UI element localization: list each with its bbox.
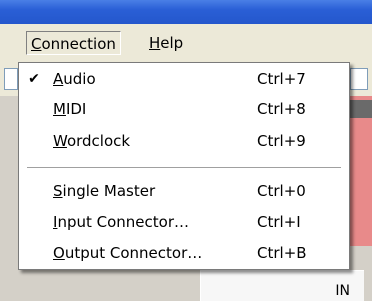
menu-item-shortcut: Ctrl+0 (257, 182, 306, 200)
menu-help-label: elp (160, 34, 184, 52)
menu-item-audio[interactable]: ✔ Audio Ctrl+7 (19, 65, 349, 93)
menu-item-input-connector[interactable]: Input Connector… Ctrl+I (19, 208, 349, 236)
menu-connection[interactable]: Connection (26, 31, 121, 55)
menu-connection-label: onnection (41, 35, 116, 53)
toolbar-field-left[interactable] (4, 68, 18, 90)
menu-separator (27, 167, 341, 169)
menu-item-shortcut: Ctrl+I (257, 213, 301, 231)
menu-item-label: Output Connector… (53, 244, 203, 262)
menu-help[interactable]: Help (145, 31, 187, 55)
menu-item-midi[interactable]: MIDI Ctrl+8 (19, 95, 349, 123)
menu-item-label: Single Master (53, 182, 156, 200)
menu-item-wordclock[interactable]: Wordclock Ctrl+9 (19, 127, 349, 155)
menu-item-single-master[interactable]: Single Master Ctrl+0 (19, 177, 349, 205)
background-panel-red (350, 96, 372, 246)
menu-item-label: Audio (53, 70, 96, 88)
in-indicator-box: IN (200, 270, 364, 301)
menu-item-shortcut: Ctrl+8 (257, 100, 306, 118)
checkmark-icon: ✔ (28, 71, 40, 87)
menu-item-shortcut: Ctrl+9 (257, 132, 306, 150)
menu-item-shortcut: Ctrl+7 (257, 70, 306, 88)
connection-dropdown-menu: ✔ Audio Ctrl+7 MIDI Ctrl+8 Wordclock Ctr… (18, 62, 350, 270)
toolbar-field-right[interactable] (350, 68, 368, 90)
menubar: Connection Help (0, 24, 372, 63)
window-titlebar (0, 0, 372, 24)
menu-item-output-connector[interactable]: Output Connector… Ctrl+B (19, 239, 349, 267)
menu-item-label: Input Connector… (53, 213, 189, 231)
in-label: IN (335, 283, 350, 299)
menu-help-mnemonic: H (149, 34, 161, 52)
background-panel-dark (350, 100, 372, 118)
menu-connection-mnemonic: C (31, 35, 42, 53)
menu-item-label: Wordclock (53, 132, 131, 150)
menu-item-label: MIDI (53, 100, 87, 118)
menu-item-shortcut: Ctrl+B (257, 244, 307, 262)
